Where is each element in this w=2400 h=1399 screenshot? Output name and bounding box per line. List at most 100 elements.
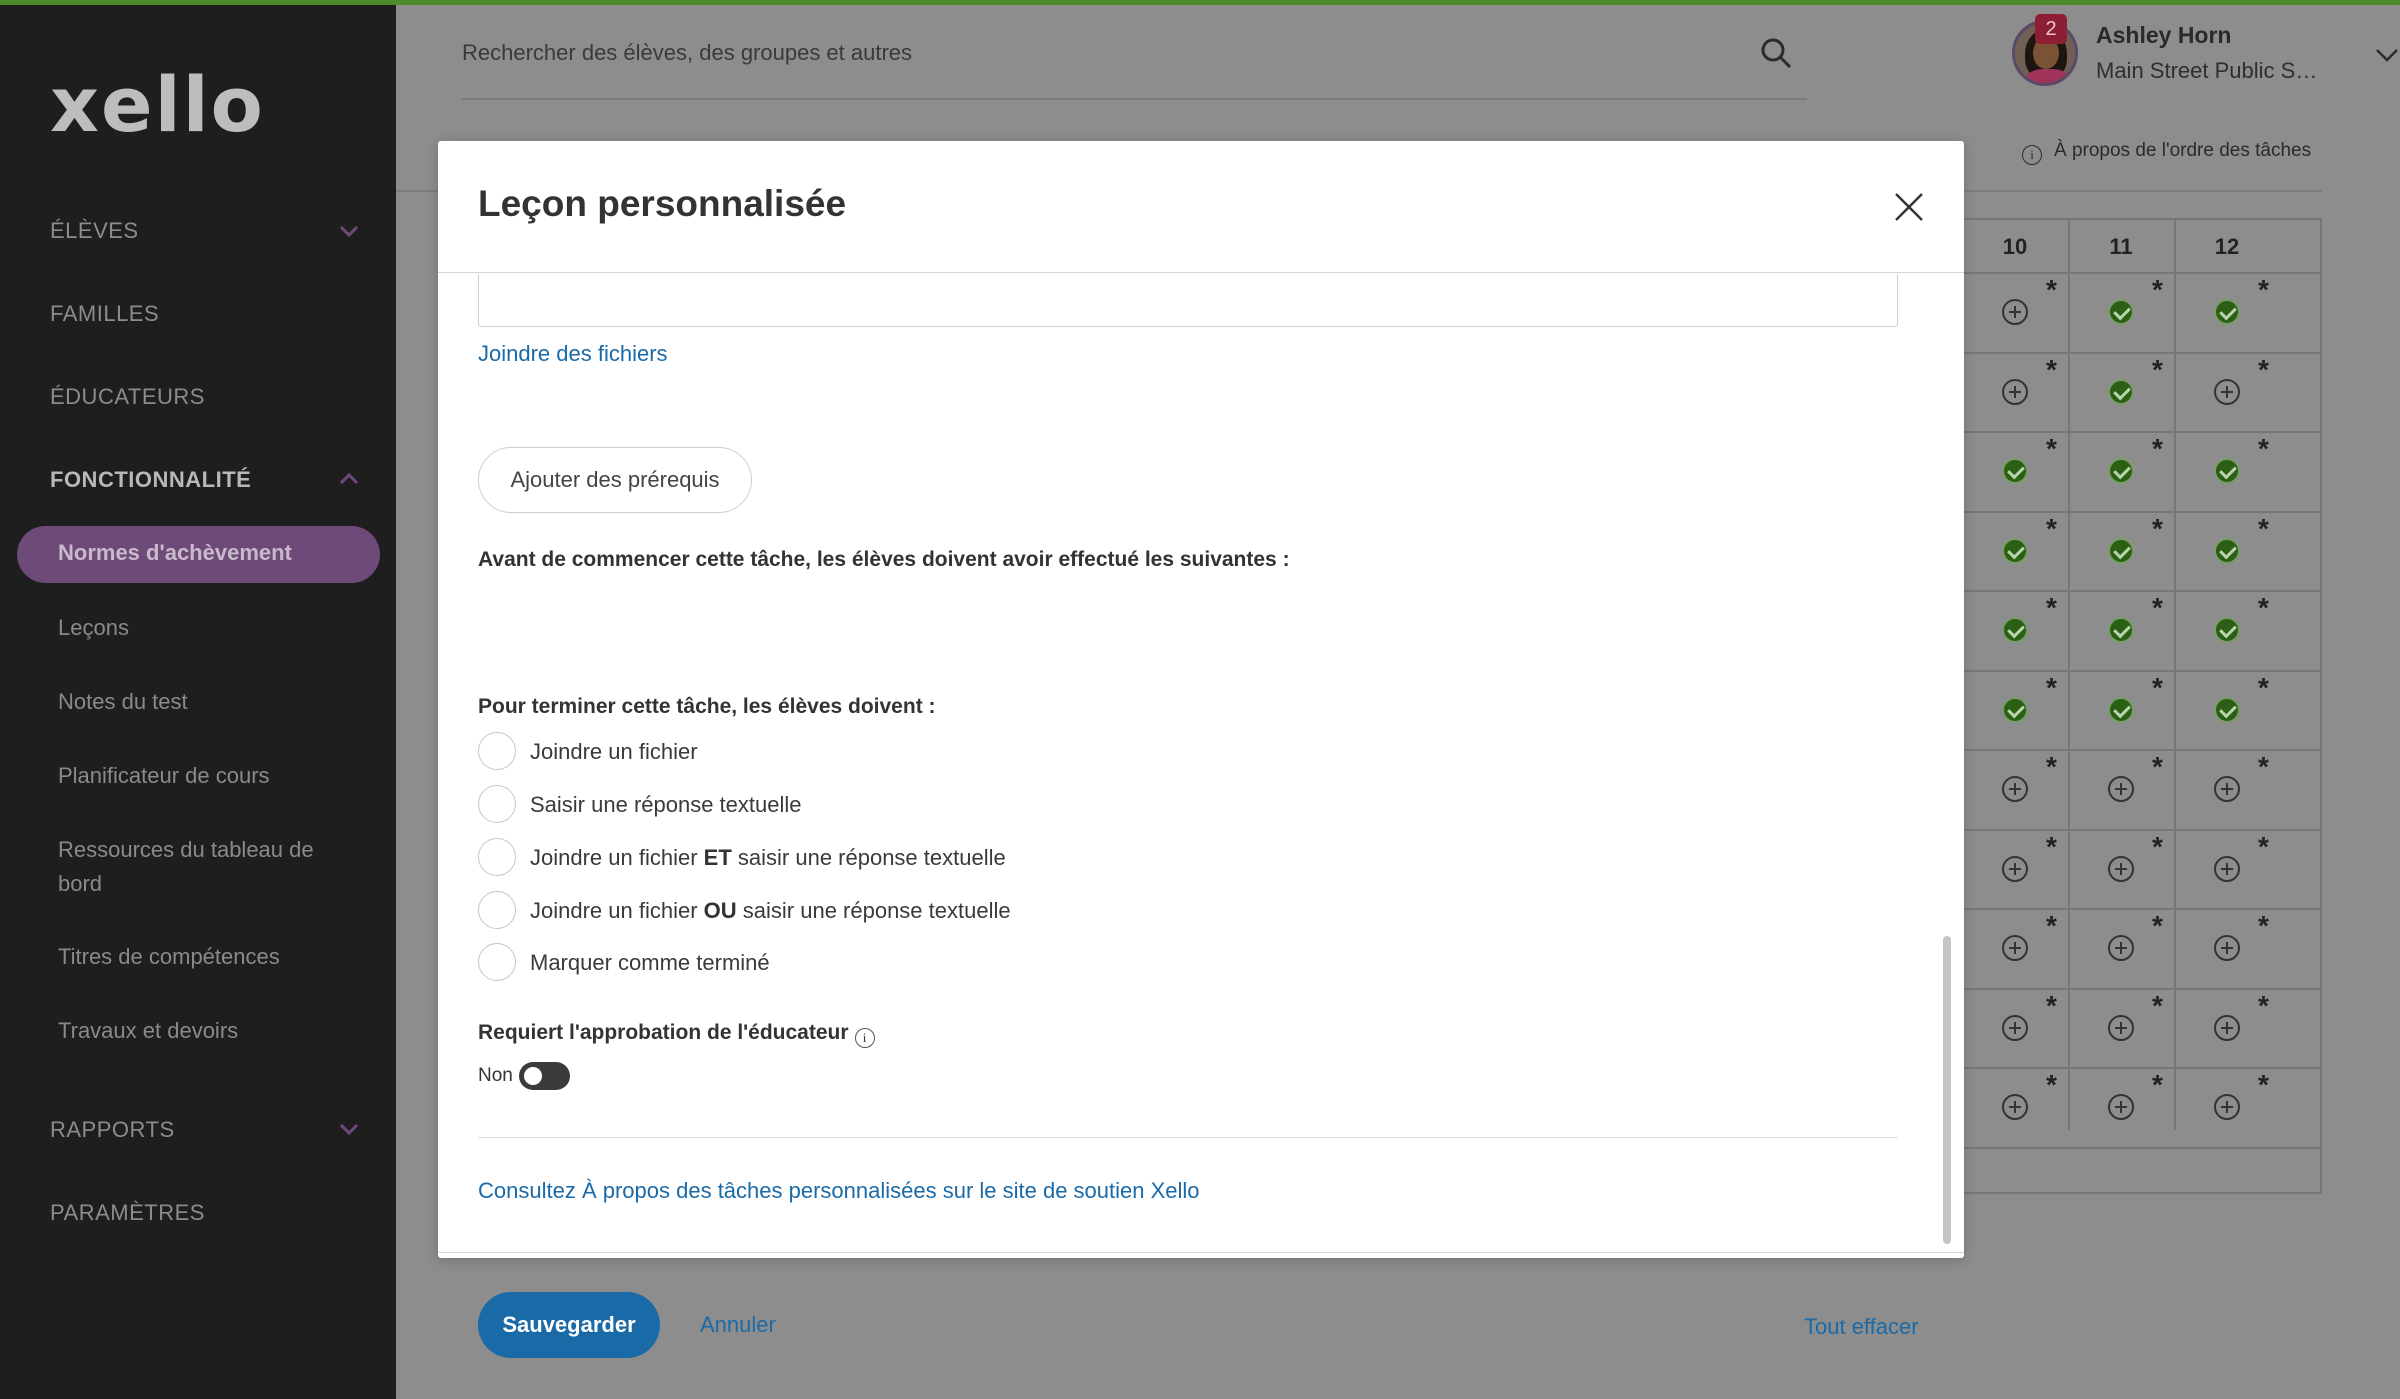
approval-toggle-label: Non xyxy=(478,1065,513,1086)
custom-lesson-modal: Leçon personnalisée Joindre des fichiers… xyxy=(438,141,1964,1358)
radio-button[interactable] xyxy=(478,785,516,823)
radio-button[interactable] xyxy=(478,838,516,876)
add-circle-icon[interactable] xyxy=(2214,1014,2240,1041)
sidebar-item-lessons[interactable]: Leçons xyxy=(58,611,358,645)
completed-check-icon[interactable] xyxy=(2214,458,2240,484)
completed-check-icon[interactable] xyxy=(2108,378,2134,405)
sidebar-section-students[interactable]: ÉLÈVES xyxy=(50,218,139,244)
radio-button[interactable] xyxy=(478,891,516,929)
close-icon[interactable] xyxy=(1893,191,1925,223)
asterisk-marker: * xyxy=(2152,433,2163,464)
search-input[interactable]: Rechercher des élèves, des groupes et au… xyxy=(462,40,912,66)
completed-check-icon[interactable] xyxy=(2214,299,2240,325)
info-icon[interactable]: i xyxy=(854,1028,875,1048)
completed-check-icon[interactable] xyxy=(2108,617,2134,643)
sidebar-item-completion-standards[interactable]: Normes d'achèvement xyxy=(17,526,380,583)
add-circle-icon[interactable] xyxy=(2108,855,2134,882)
sidebar-section-families[interactable]: FAMILLES xyxy=(50,301,159,327)
completed-check-icon[interactable] xyxy=(2214,617,2240,643)
add-circle-icon[interactable] xyxy=(2214,776,2240,802)
sidebar-section-educators[interactable]: ÉDUCATEURS xyxy=(50,384,205,410)
sidebar-section-settings[interactable]: PARAMÈTRES xyxy=(50,1200,205,1226)
support-site-link[interactable]: Consultez À propos des tâches personnali… xyxy=(478,1178,1200,1204)
about-task-order-link[interactable]: i À propos de l'ordre des tâches xyxy=(2022,140,2311,165)
sidebar-section-features[interactable]: FONCTIONNALITÉ xyxy=(50,467,251,493)
about-task-order-label: À propos de l'ordre des tâches xyxy=(2054,140,2312,161)
completed-check-icon[interactable] xyxy=(2002,617,2028,643)
user-menu[interactable]: 2 Ashley Horn Main Street Public Scho... xyxy=(2012,14,2400,94)
radio-button[interactable] xyxy=(478,943,516,981)
add-circle-icon[interactable] xyxy=(2002,935,2028,961)
chevron-down-icon[interactable] xyxy=(338,220,360,242)
option-label: Joindre un fichier OU saisir une réponse… xyxy=(530,898,1011,923)
grid-column-header: 10 xyxy=(2002,234,2028,259)
search-icon[interactable] xyxy=(1759,36,1793,70)
notification-badge[interactable]: 2 xyxy=(2035,14,2067,44)
sidebar-item-test-scores[interactable]: Notes du test xyxy=(58,685,358,719)
add-circle-icon[interactable] xyxy=(2108,1094,2134,1120)
sidebar-item-course-planner[interactable]: Planificateur de cours xyxy=(58,759,358,793)
sidebar-item-label: Normes d'achèvement xyxy=(58,540,292,565)
description-field[interactable] xyxy=(478,274,1898,327)
asterisk-marker: * xyxy=(2046,671,2057,703)
xello-logo[interactable]: xello xyxy=(50,60,265,149)
asterisk-marker: * xyxy=(2046,433,2057,464)
asterisk-marker: * xyxy=(2258,512,2269,544)
user-school: Main Street Public Scho... xyxy=(2096,58,2318,83)
sidebar-section-reports[interactable]: RAPPORTS xyxy=(50,1117,175,1143)
modal-scrollbar[interactable] xyxy=(1943,936,1951,1244)
add-circle-icon[interactable] xyxy=(2214,378,2240,405)
clear-all-link[interactable]: Tout effacer xyxy=(1804,1314,1919,1340)
asterisk-marker: * xyxy=(2152,671,2163,703)
completed-check-icon[interactable] xyxy=(2002,696,2028,723)
add-circle-icon[interactable] xyxy=(2002,855,2028,882)
completed-check-icon[interactable] xyxy=(2214,537,2240,564)
sidebar-item-dashboard-resources[interactable]: Ressources du tableau de bord xyxy=(58,833,358,901)
completion-grid: 10 11 12 * * * * * * * * * * * * * * * * * * * * * * * * * * * * * * *… xyxy=(1960,218,2322,1194)
completed-check-icon[interactable] xyxy=(2108,458,2134,484)
completed-check-icon[interactable] xyxy=(2108,537,2134,564)
approval-label: Requiert l'approbation de l'éducateur i xyxy=(478,1021,875,1048)
add-circle-icon[interactable] xyxy=(2002,299,2028,325)
add-circle-icon[interactable] xyxy=(2002,776,2028,802)
approval-toggle[interactable] xyxy=(519,1062,570,1090)
chevron-up-icon[interactable] xyxy=(338,468,360,490)
add-circle-icon[interactable] xyxy=(2108,776,2134,802)
sidebar-item-skill-titles[interactable]: Titres de compétences xyxy=(58,940,358,974)
asterisk-marker: * xyxy=(2046,353,2057,385)
add-circle-icon[interactable] xyxy=(2214,1094,2240,1120)
completed-check-icon[interactable] xyxy=(2108,299,2134,325)
add-circle-icon[interactable] xyxy=(2108,1014,2134,1041)
chevron-down-icon[interactable] xyxy=(338,1118,360,1140)
asterisk-marker: * xyxy=(2152,751,2163,782)
asterisk-marker: * xyxy=(2046,830,2057,862)
add-circle-icon[interactable] xyxy=(2214,935,2240,961)
completed-check-icon[interactable] xyxy=(2002,458,2028,484)
completed-check-icon[interactable] xyxy=(2002,537,2028,564)
asterisk-marker: * xyxy=(2258,671,2269,703)
asterisk-marker: * xyxy=(2258,910,2269,941)
add-prerequisites-button[interactable]: Ajouter des prérequis xyxy=(478,447,752,513)
radio-button[interactable] xyxy=(478,732,516,770)
add-circle-icon[interactable] xyxy=(2002,1094,2028,1120)
attach-files-link[interactable]: Joindre des fichiers xyxy=(478,341,668,367)
add-circle-icon[interactable] xyxy=(2108,935,2134,961)
modal-body: Joindre des fichiers Avant de commencer … xyxy=(438,274,1964,1252)
asterisk-marker: * xyxy=(2152,1069,2163,1100)
completed-check-icon[interactable] xyxy=(2214,696,2240,723)
asterisk-marker: * xyxy=(2258,989,2269,1021)
search-bar[interactable]: Rechercher des élèves, des groupes et au… xyxy=(462,30,1807,100)
modal-header: Leçon personnalisée xyxy=(438,141,1964,273)
cancel-link[interactable]: Annuler xyxy=(700,1312,776,1338)
sidebar-item-assignments[interactable]: Travaux et devoirs xyxy=(58,1014,358,1048)
save-button[interactable]: Sauvegarder xyxy=(478,1292,660,1358)
asterisk-marker: * xyxy=(2258,1069,2269,1100)
add-circle-icon[interactable] xyxy=(2214,855,2240,882)
user-name: Ashley Horn xyxy=(2096,22,2232,48)
add-circle-icon[interactable] xyxy=(2002,1014,2028,1041)
add-circle-icon[interactable] xyxy=(2002,378,2028,405)
asterisk-marker: * xyxy=(2046,989,2057,1021)
completed-check-icon[interactable] xyxy=(2108,696,2134,723)
divider xyxy=(478,1137,1898,1138)
chevron-down-icon[interactable] xyxy=(2374,42,2400,68)
